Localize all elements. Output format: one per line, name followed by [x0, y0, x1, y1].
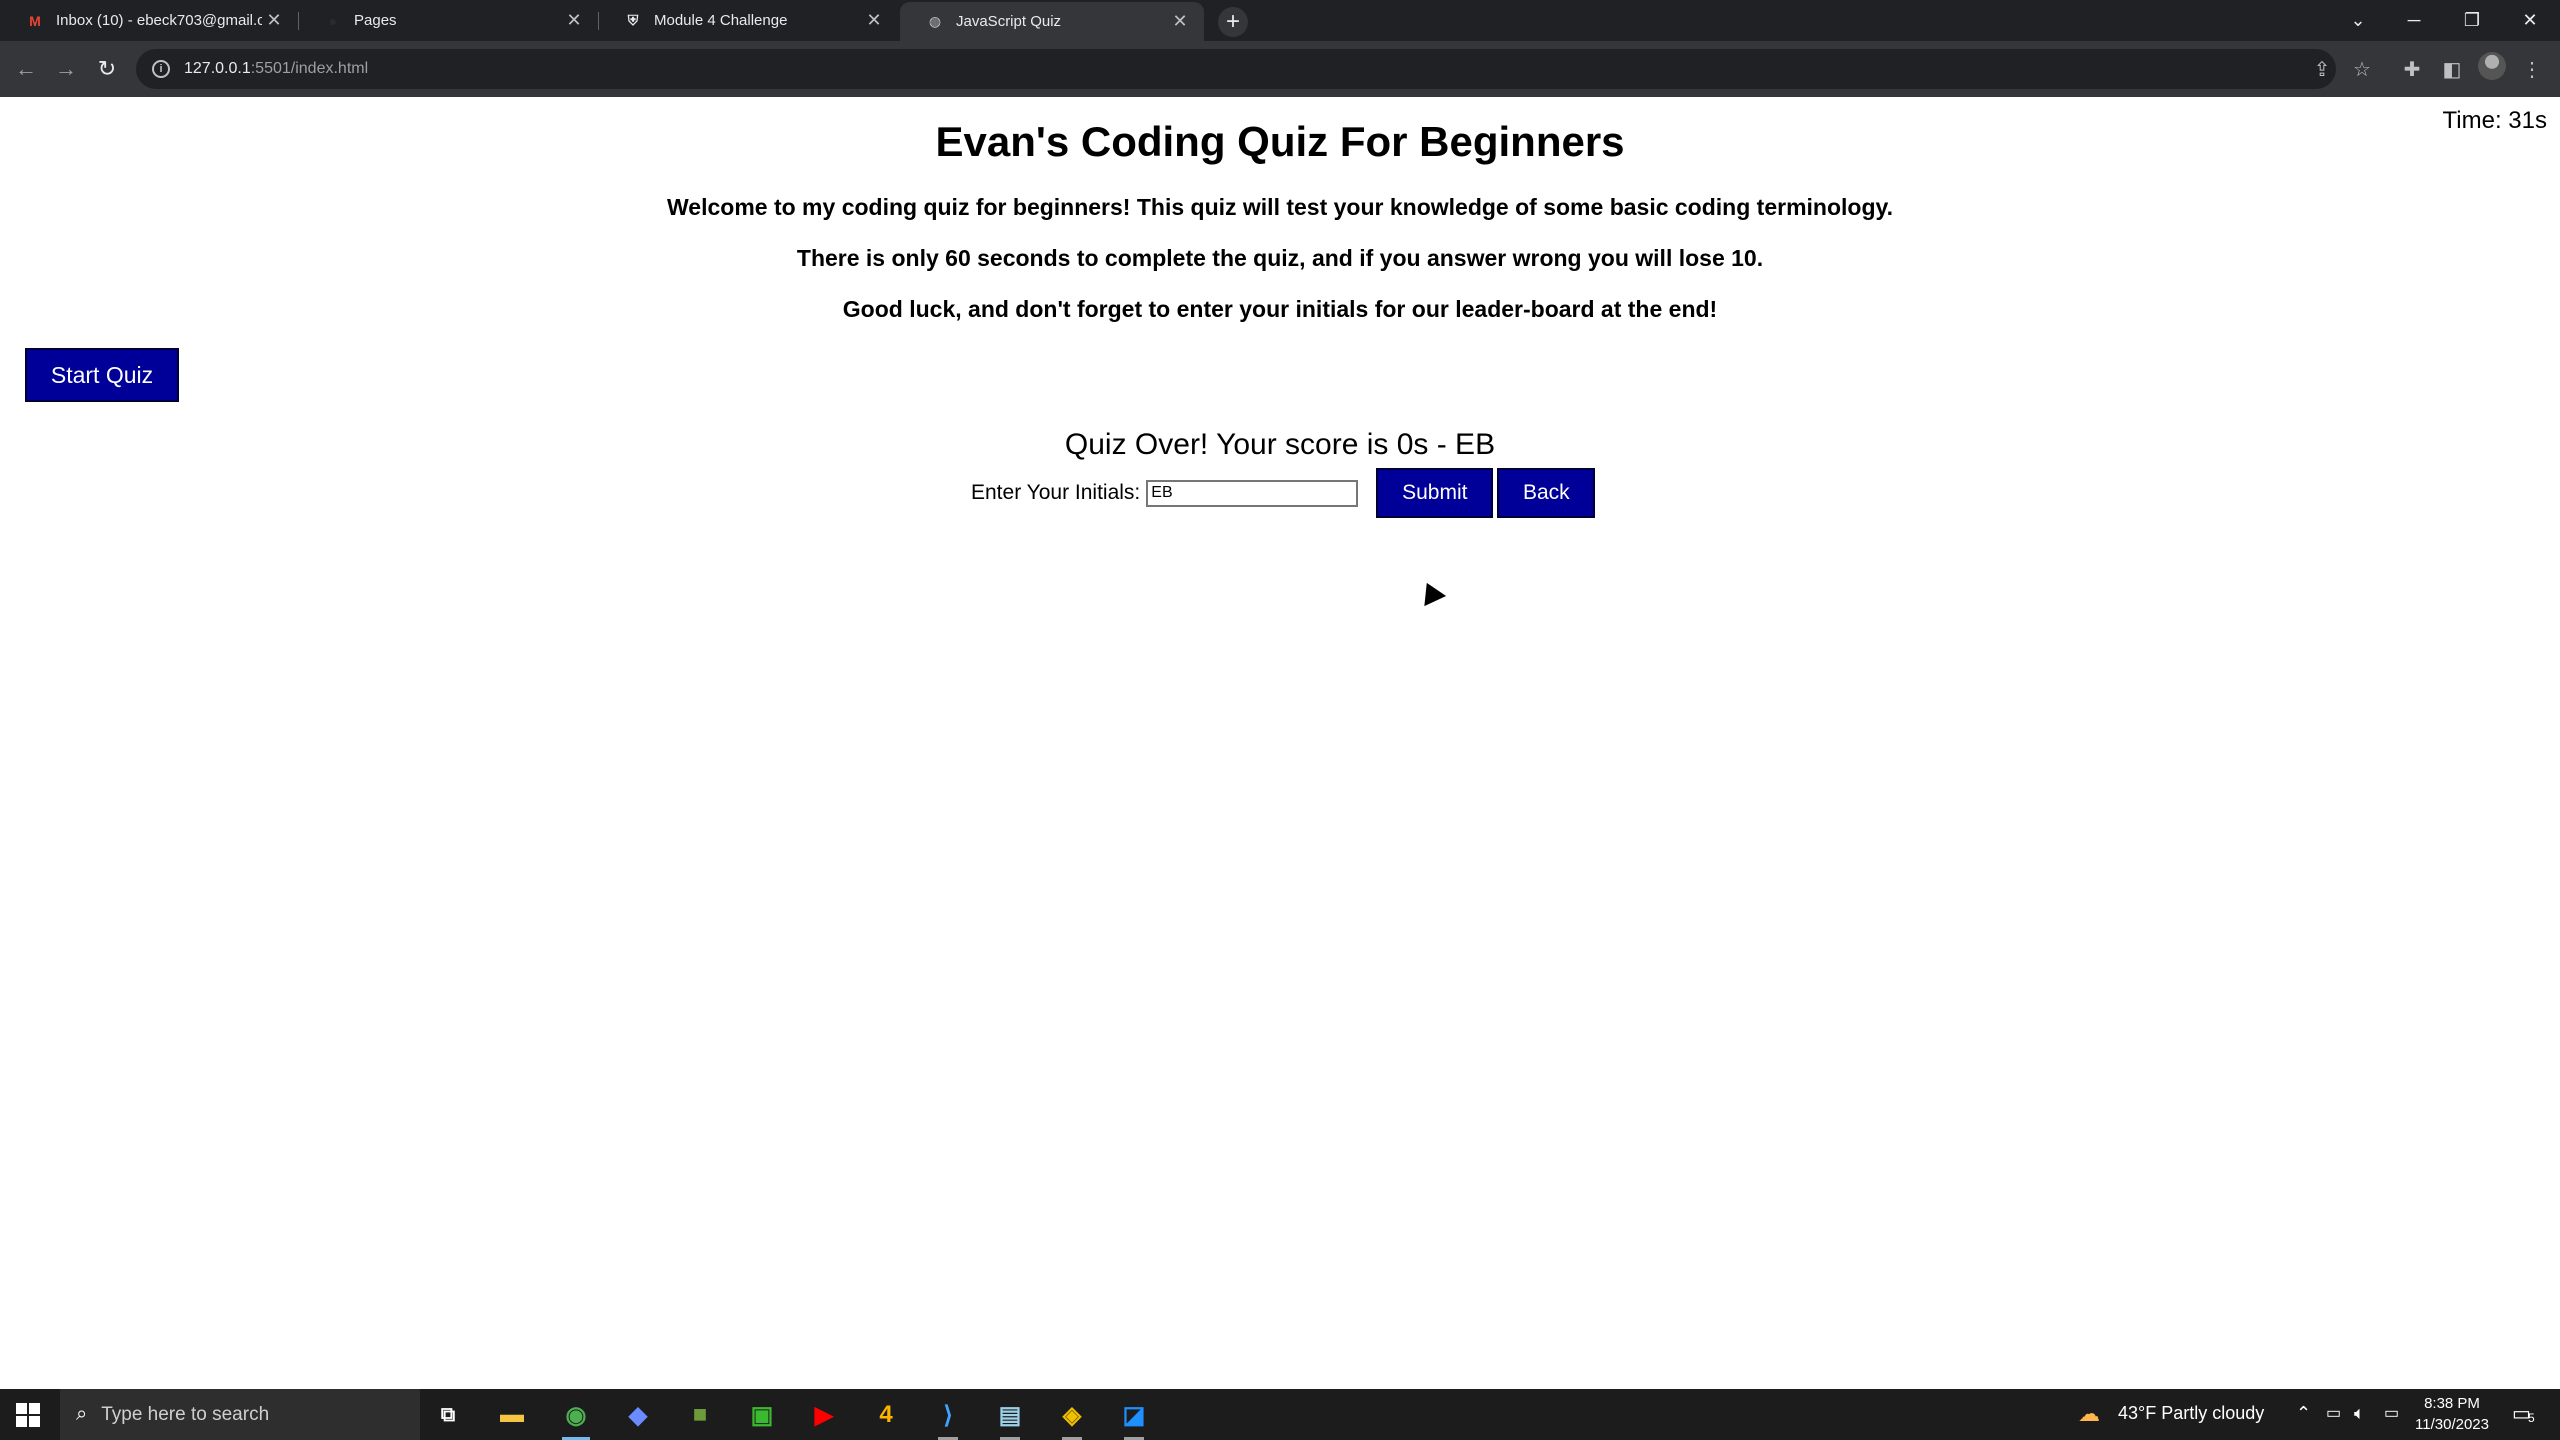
taskbar-clock[interactable]: 8:38 PM 11/30/2023	[2396, 1393, 2508, 1435]
vscode-icon[interactable]: ⟩	[922, 1394, 974, 1440]
minecraft-icon[interactable]: ■	[674, 1394, 726, 1436]
tab-pages[interactable]: ● Pages ✕	[298, 0, 598, 41]
tab-module-4[interactable]: ⛨ Module 4 Challenge ✕	[598, 0, 898, 41]
search-placeholder: Type here to search	[101, 1403, 270, 1425]
volume-icon[interactable]: 🔈︎	[2354, 1403, 2365, 1424]
close-icon[interactable]: ✕	[262, 9, 286, 33]
tab-title: Module 4 Challenge	[654, 12, 788, 29]
back-arrow-icon[interactable]: ←	[10, 53, 42, 85]
tab-strip: M Inbox (10) - ebeck703@gmail.co ✕ ● Pag…	[0, 0, 2560, 41]
weather-icon[interactable]: ☁	[2078, 1401, 2100, 1427]
forward-arrow-icon[interactable]: →	[50, 53, 82, 85]
profile-avatar[interactable]	[2478, 52, 2506, 80]
windows-start-icon[interactable]	[16, 1403, 40, 1427]
paint-icon[interactable]: ◪	[1108, 1394, 1160, 1440]
tab-title: JavaScript Quiz	[956, 13, 1062, 30]
back-button[interactable]: Back	[1497, 468, 1596, 518]
windows-taskbar: ⌕ Type here to search ⧉ ▬ ◉ ◆ ■ ▣ ▶ 4 ⟩ …	[0, 1389, 2560, 1440]
url-path: :5501/index.html	[250, 60, 369, 77]
mouse-cursor	[1417, 579, 1445, 605]
initials-form: Enter Your Initials: Submit Back	[971, 468, 1596, 518]
clock-date: 11/30/2023	[2415, 1416, 2489, 1433]
submit-button[interactable]: Submit	[1376, 468, 1494, 518]
chevron-up-icon[interactable]: ⌃	[2296, 1403, 2311, 1424]
share-icon[interactable]: ⇪	[2306, 53, 2338, 85]
extensions-puzzle-icon[interactable]: ✚	[2396, 53, 2428, 85]
tab-title: Pages	[354, 12, 397, 29]
tab-title: Inbox (10) - ebeck703@gmail.co	[56, 12, 262, 29]
side-panel-icon[interactable]: ◧	[2436, 53, 2468, 85]
task-view-icon[interactable]: ⧉	[422, 1394, 474, 1436]
media-app-icon[interactable]: ◆	[612, 1394, 664, 1436]
minimize-icon[interactable]: ─	[2386, 0, 2442, 41]
new-tab-button[interactable]: +	[1218, 7, 1248, 37]
battery-icon[interactable]: ▭	[2326, 1403, 2341, 1423]
address-bar[interactable]: i 127.0.0.1:5501/index.html	[136, 49, 2336, 89]
tab-search-icon[interactable]: ⌄	[2330, 0, 2386, 41]
university-icon: ⛨	[627, 12, 639, 28]
intro-line-1: Welcome to my coding quiz for beginners!…	[667, 194, 1893, 220]
chrome-icon[interactable]: ◉	[550, 1394, 602, 1440]
url-host: 127.0.0.1	[184, 60, 251, 77]
youtube-icon[interactable]: ▶	[798, 1394, 850, 1436]
app-4-icon[interactable]: 4	[860, 1394, 912, 1436]
clock-time: 8:38 PM	[2424, 1395, 2480, 1412]
weather-text[interactable]: 43°F Partly cloudy	[2118, 1403, 2264, 1424]
github-icon: ●	[328, 12, 338, 29]
page-title: Evan's Coding Quiz For Beginners	[935, 118, 1625, 165]
close-icon[interactable]: ✕	[862, 9, 886, 33]
file-explorer-icon[interactable]: ▬	[486, 1394, 538, 1436]
reload-icon[interactable]: ↻	[91, 53, 123, 85]
intro-line-3: Good luck, and don't forget to enter you…	[842, 296, 1718, 322]
bookmark-star-icon[interactable]: ☆	[2346, 53, 2378, 85]
globe-icon: ◍	[928, 13, 942, 29]
notepad-icon[interactable]: ▤	[984, 1394, 1036, 1440]
score-text: Quiz Over! Your score is 0s - EB	[1064, 428, 1496, 461]
more-menu-icon[interactable]: ⋮	[2516, 53, 2548, 85]
close-icon[interactable]: ✕	[562, 9, 586, 33]
start-quiz-button[interactable]: Start Quiz	[25, 348, 179, 402]
browser-toolbar: ← → ↻ i 127.0.0.1:5501/index.html ⇪ ☆ ✚ …	[0, 41, 2560, 97]
info-icon[interactable]: i	[152, 60, 170, 78]
intro-line-2: There is only 60 seconds to complete the…	[796, 245, 1764, 271]
initials-input[interactable]	[1146, 479, 1359, 507]
taskbar-search[interactable]: ⌕ Type here to search	[60, 1389, 420, 1440]
tab-gmail[interactable]: M Inbox (10) - ebeck703@gmail.co ✕	[0, 0, 298, 41]
tab-javascript-quiz[interactable]: ◍ JavaScript Quiz ✕	[900, 2, 1204, 41]
git-icon[interactable]: ◈	[1046, 1394, 1098, 1440]
restore-icon[interactable]: ❐	[2444, 0, 2500, 41]
notification-count: 5	[2528, 1411, 2535, 1425]
initials-label: Enter Your Initials:	[971, 481, 1141, 504]
gmail-icon: M	[29, 12, 41, 29]
close-icon[interactable]: ✕	[1168, 10, 1192, 34]
search-icon: ⌕	[76, 1403, 88, 1425]
creeper-icon[interactable]: ▣	[736, 1394, 788, 1436]
close-window-icon[interactable]: ✕	[2502, 0, 2558, 41]
